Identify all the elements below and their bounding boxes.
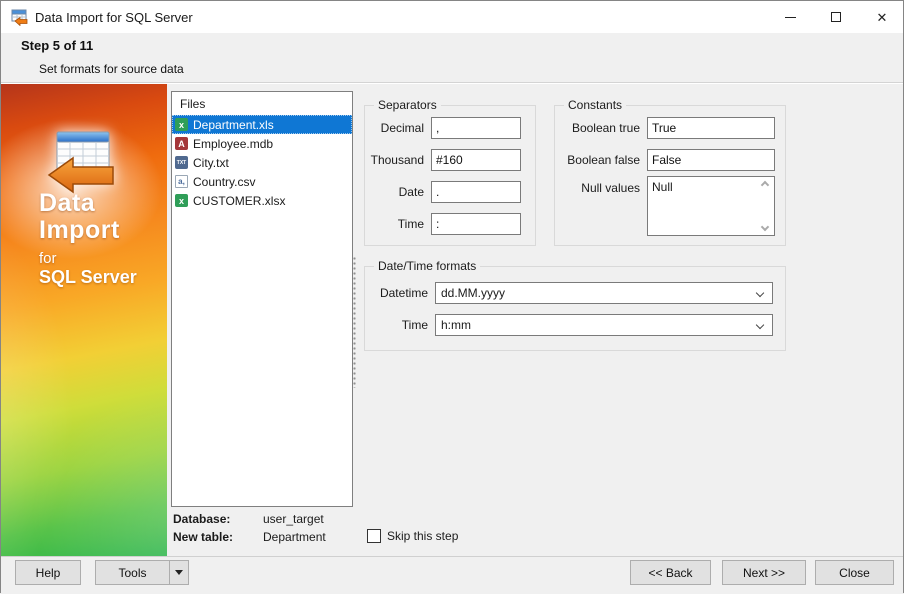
chevron-down-icon bbox=[755, 320, 765, 330]
text-file-icon: TXT bbox=[175, 156, 188, 169]
thousand-separator-label: Thousand bbox=[370, 153, 424, 167]
close-icon: ✕ bbox=[876, 9, 888, 25]
null-values-textarea[interactable]: Null bbox=[647, 176, 775, 236]
database-info-row: Database: user_target bbox=[173, 512, 363, 528]
skip-step-option[interactable]: Skip this step bbox=[367, 529, 458, 543]
files-list-panel: Files x Department.xls A Employee.mdb TX… bbox=[171, 91, 353, 507]
datetime-format-combobox[interactable]: dd.MM.yyyy bbox=[435, 282, 773, 304]
step-description: Set formats for source data bbox=[39, 62, 184, 76]
excel-file-icon: x bbox=[175, 118, 188, 131]
null-values-text: Null bbox=[652, 180, 673, 194]
boolean-false-input[interactable] bbox=[647, 149, 775, 171]
skip-step-checkbox[interactable] bbox=[367, 529, 381, 543]
list-item-country-csv[interactable]: a, Country.csv bbox=[172, 172, 352, 191]
boolean-true-label: Boolean true bbox=[571, 121, 640, 135]
brand-line-for: for bbox=[39, 250, 57, 267]
access-file-icon: A bbox=[175, 137, 188, 150]
database-label: Database: bbox=[173, 512, 231, 526]
decimal-separator-input[interactable] bbox=[431, 117, 521, 139]
time-format-value: h:mm bbox=[441, 318, 471, 332]
window-title: Data Import for SQL Server bbox=[35, 10, 193, 25]
thousand-separator-input[interactable] bbox=[431, 149, 521, 171]
tools-button[interactable]: Tools bbox=[95, 560, 170, 585]
next-button[interactable]: Next >> bbox=[722, 560, 806, 585]
back-button[interactable]: << Back bbox=[630, 560, 711, 585]
file-label: City.txt bbox=[193, 155, 229, 170]
file-label: Country.csv bbox=[193, 174, 256, 189]
time-format-label: Time bbox=[401, 318, 428, 332]
boolean-false-label: Boolean false bbox=[567, 153, 640, 167]
file-label: Employee.mdb bbox=[193, 136, 274, 151]
new-table-info-row: New table: Department bbox=[173, 530, 363, 546]
time-separator-input[interactable] bbox=[431, 213, 521, 235]
time-format-combobox[interactable]: h:mm bbox=[435, 314, 773, 336]
csv-file-icon: a, bbox=[175, 175, 188, 188]
decimal-separator-label: Decimal bbox=[380, 121, 424, 135]
scroll-down-icon[interactable] bbox=[760, 222, 770, 232]
title-bar: Data Import for SQL Server ✕ bbox=[1, 1, 903, 33]
new-table-value: Department bbox=[263, 530, 326, 544]
panel-splitter-handle[interactable] bbox=[352, 256, 358, 388]
close-wizard-button[interactable]: Close bbox=[815, 560, 894, 585]
null-values-label: Null values bbox=[581, 181, 640, 195]
constants-group-title: Constants bbox=[564, 98, 627, 112]
dropdown-arrow-icon bbox=[175, 570, 183, 575]
brand-wordmark: Data Import for SQL Server bbox=[39, 190, 137, 288]
minimize-icon bbox=[784, 16, 796, 18]
step-indicator: Step 5 of 11 bbox=[21, 38, 94, 53]
time-separator-label: Time bbox=[397, 217, 424, 231]
maximize-icon bbox=[831, 12, 841, 22]
separators-group-title: Separators bbox=[374, 98, 441, 112]
files-list-title: Files bbox=[180, 97, 206, 111]
skip-step-label: Skip this step bbox=[387, 529, 459, 543]
file-label: Department.xls bbox=[193, 117, 274, 132]
minimize-button[interactable] bbox=[773, 5, 807, 29]
maximize-button[interactable] bbox=[819, 5, 853, 29]
datetime-formats-group-title: Date/Time formats bbox=[374, 259, 481, 273]
list-item-city-txt[interactable]: TXT City.txt bbox=[172, 153, 352, 172]
null-values-scrollbar[interactable] bbox=[758, 178, 773, 234]
data-import-wizard-window: { "window": { "title": "Data Import for … bbox=[0, 0, 904, 594]
list-item-employee-mdb[interactable]: A Employee.mdb bbox=[172, 134, 352, 153]
datetime-format-label: Datetime bbox=[379, 286, 428, 300]
close-button[interactable]: ✕ bbox=[865, 5, 899, 29]
branding-panel: Data Import for SQL Server bbox=[1, 84, 167, 556]
constants-group: Constants Boolean true Boolean false Nul… bbox=[554, 98, 786, 246]
excel-file-icon: x bbox=[175, 194, 188, 207]
new-table-label: New table: bbox=[173, 530, 234, 544]
list-item-customer-xlsx[interactable]: x CUSTOMER.xlsx bbox=[172, 191, 352, 210]
database-value: user_target bbox=[263, 512, 324, 526]
chevron-down-icon bbox=[755, 288, 765, 298]
file-label: CUSTOMER.xlsx bbox=[193, 193, 286, 208]
list-item-department-xls[interactable]: x Department.xls bbox=[172, 115, 352, 134]
tools-dropdown-button[interactable] bbox=[169, 560, 189, 585]
scroll-up-icon[interactable] bbox=[760, 180, 770, 190]
datetime-formats-group: Date/Time formats Datetime dd.MM.yyyy Ti… bbox=[364, 259, 786, 351]
help-button[interactable]: Help bbox=[15, 560, 81, 585]
date-separator-input[interactable] bbox=[431, 181, 521, 203]
datetime-format-value: dd.MM.yyyy bbox=[441, 286, 506, 300]
data-import-logo-icon bbox=[47, 131, 114, 194]
date-separator-label: Date bbox=[398, 185, 424, 199]
app-icon bbox=[11, 9, 28, 26]
boolean-true-input[interactable] bbox=[647, 117, 775, 139]
separators-group: Separators Decimal Thousand Date Time bbox=[364, 98, 536, 246]
brand-line-data: Data bbox=[39, 189, 96, 217]
brand-line-product: SQL Server bbox=[39, 267, 137, 287]
brand-line-import: Import bbox=[39, 216, 120, 244]
